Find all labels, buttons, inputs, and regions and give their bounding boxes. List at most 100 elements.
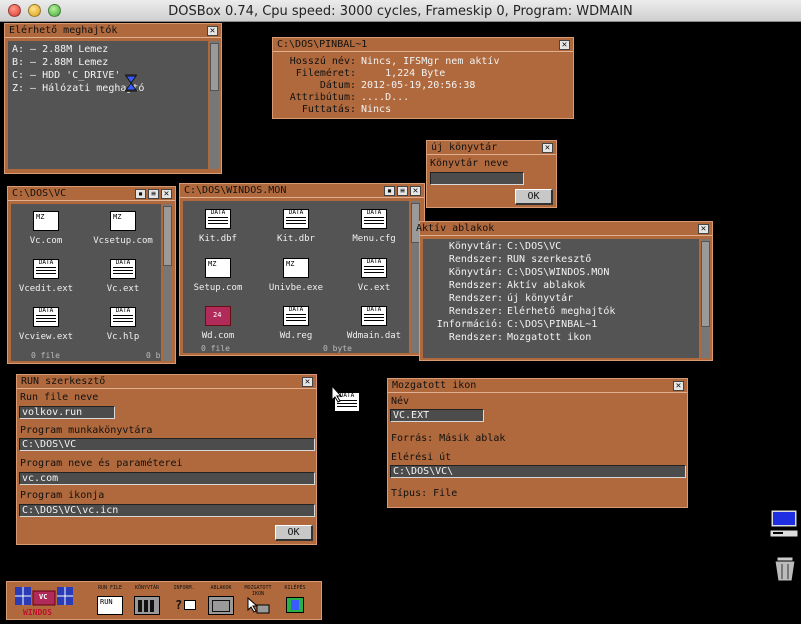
directory-button[interactable]: KÖNYVTÁR — [132, 585, 162, 618]
computer-icon[interactable] — [769, 509, 799, 539]
run-titlebar[interactable]: RUN szerkesztő ✕ — [17, 375, 316, 389]
fileinfo-label: Hosszú név: — [289, 56, 356, 67]
file-label[interactable]: Vcedit.ext — [11, 284, 81, 294]
active-label: Rendszer: — [448, 332, 503, 343]
windos-menu-button[interactable]: ≡ — [397, 186, 408, 196]
file-label[interactable]: Vc.ext — [88, 284, 158, 294]
windos-titlebar[interactable]: C:\DOS\WINDOS.MON ▪ ≡ ✕ — [180, 184, 424, 198]
file-icon[interactable]: DATA — [33, 307, 59, 327]
newdir-close-button[interactable]: ✕ — [542, 143, 553, 153]
run-dir-input[interactable]: C:\DOS\VC — [19, 438, 315, 451]
run-prog-input[interactable]: vc.com — [19, 472, 315, 485]
drive-item-a[interactable]: A: – 2.88M Lemez — [12, 44, 108, 55]
inform-button[interactable]: INFORM. ? — [169, 585, 199, 618]
moved-close-button[interactable]: ✕ — [673, 381, 684, 391]
run-file-input[interactable]: volkov.run — [19, 406, 115, 419]
fileinfo-close-button[interactable]: ✕ — [559, 40, 570, 50]
file-label[interactable]: Wdmain.dat — [339, 331, 409, 341]
newdir-titlebar[interactable]: új könyvtár ✕ — [427, 141, 556, 155]
file-label[interactable]: Univbe.exe — [261, 283, 331, 293]
file-label[interactable]: Setup.com — [183, 283, 253, 293]
file-icon[interactable]: DATA — [110, 307, 136, 327]
run-file-button[interactable]: RUN FILE RUN — [95, 585, 125, 618]
active-item[interactable]: RUN szerkesztő — [507, 254, 591, 265]
file-label[interactable]: Vcview.ext — [11, 332, 81, 342]
drive-item-c[interactable]: C: – HDD 'C_DRIVE' — [12, 70, 120, 81]
newdir-window[interactable]: új könyvtár ✕ Könyvtár neve OK — [426, 140, 557, 208]
moved-icon-button[interactable]: MOZGATOTT IKON — [243, 585, 273, 618]
drives-scrollbar[interactable] — [210, 41, 219, 169]
windos-close-button[interactable]: ✕ — [410, 186, 421, 196]
file-icon[interactable]: MZ — [33, 211, 59, 231]
drive-item-b[interactable]: B: – 2.88M Lemez — [12, 57, 108, 68]
file-icon[interactable]: DATA — [33, 259, 59, 279]
file-label[interactable]: Menu.cfg — [339, 234, 409, 244]
file-label[interactable]: Vc.hlp — [88, 332, 158, 342]
run-editor-window[interactable]: RUN szerkesztő ✕ Run file neve volkov.ru… — [16, 374, 317, 545]
trash-icon[interactable] — [772, 556, 798, 582]
fileinfo-window[interactable]: C:\DOS\PINBAL~1 ✕ Hosszú név: Nincs, IFS… — [272, 37, 574, 119]
moved-icon-window[interactable]: Mozgatott ikon ✕ Név VC.EXT Forrás: Mási… — [387, 378, 688, 508]
active-close-button[interactable]: ✕ — [698, 224, 709, 234]
run-prog-label: Program neve és paraméterei — [20, 458, 183, 469]
moved-name-input[interactable]: VC.EXT — [390, 409, 484, 422]
file-icon[interactable]: DATA — [361, 209, 387, 229]
file-label[interactable]: Wd.reg — [261, 331, 331, 341]
file-icon[interactable]: 24 — [205, 306, 231, 326]
windows-button[interactable]: ABLAKOK — [206, 585, 236, 618]
vc-scrollbar[interactable] — [163, 204, 172, 361]
run-close-button[interactable]: ✕ — [302, 377, 313, 387]
moved-titlebar[interactable]: Mozgatott ikon ✕ — [388, 379, 687, 393]
file-icon[interactable]: MZ — [283, 258, 309, 278]
hourglass-cursor-icon — [125, 74, 137, 92]
drives-close-button[interactable]: ✕ — [207, 26, 218, 36]
drives-titlebar[interactable]: Elérhető meghajtók ✕ — [5, 24, 221, 38]
drives-scroll-thumb[interactable] — [210, 43, 219, 91]
file-label[interactable]: Kit.dbr — [261, 234, 331, 244]
moved-path-input[interactable]: C:\DOS\VC\ — [390, 465, 686, 478]
file-icon[interactable]: DATA — [283, 306, 309, 326]
active-label: Információ: — [436, 319, 503, 330]
file-icon[interactable]: DATA — [205, 209, 231, 229]
active-item[interactable]: Mozgatott ikon — [507, 332, 591, 343]
vc-titlebar[interactable]: C:\DOS\VC ▪ ≡ ✕ — [8, 187, 175, 201]
file-label[interactable]: Vc.ext — [339, 283, 409, 293]
vc-close-button[interactable]: ✕ — [161, 189, 172, 199]
vc-menu-button[interactable]: ≡ — [148, 189, 159, 199]
active-windows-window[interactable]: Aktív ablakok ✕ Könyvtár: C:\DOS\VC Rend… — [416, 221, 713, 361]
exit-button[interactable]: KILÉPÉS — [280, 585, 310, 618]
active-scroll-thumb[interactable] — [701, 241, 710, 327]
active-item[interactable]: Elérhető meghajtók — [507, 306, 615, 317]
file-label[interactable]: Vc.com — [11, 236, 81, 246]
active-scrollbar[interactable] — [701, 239, 710, 358]
fileinfo-titlebar[interactable]: C:\DOS\PINBAL~1 ✕ — [273, 38, 573, 52]
windos-logo[interactable]: VC WINDOS — [13, 585, 75, 617]
file-label[interactable]: Wd.com — [183, 331, 253, 341]
active-item[interactable]: C:\DOS\WINDOS.MON — [507, 267, 609, 278]
file-icon[interactable]: MZ — [205, 258, 231, 278]
windos-minimize-button[interactable]: ▪ — [384, 186, 395, 196]
file-icon[interactable]: DATA — [110, 259, 136, 279]
windos-footer-size: 0 byte — [323, 344, 352, 353]
active-item[interactable]: Aktív ablakok — [507, 280, 585, 291]
file-label[interactable]: Kit.dbf — [183, 234, 253, 244]
vc-scroll-thumb[interactable] — [163, 206, 172, 266]
run-ok-button[interactable]: OK — [275, 525, 313, 541]
newdir-name-input[interactable] — [430, 172, 524, 185]
run-icon-input[interactable]: C:\DOS\VC\vc.icn — [19, 504, 315, 517]
vc-minimize-button[interactable]: ▪ — [135, 189, 146, 199]
vc-folder-window[interactable]: C:\DOS\VC ▪ ≡ ✕ MZ Vc.com MZ Vcsetup.com… — [7, 186, 176, 364]
active-titlebar[interactable]: Aktív ablakok ✕ — [416, 222, 712, 236]
active-item[interactable]: új könyvtár — [507, 293, 573, 304]
file-icon[interactable]: MZ — [110, 211, 136, 231]
file-icon[interactable]: DATA — [361, 258, 387, 278]
active-item[interactable]: C:\DOS\VC — [507, 241, 561, 252]
windos-folder-window[interactable]: C:\DOS\WINDOS.MON ▪ ≡ ✕ DATA Kit.dbf DAT… — [179, 183, 425, 356]
drives-window[interactable]: Elérhető meghajtók ✕ A: – 2.88M Lemez B:… — [4, 23, 222, 174]
file-icon[interactable]: DATA — [283, 209, 309, 229]
file-label[interactable]: Vcsetup.com — [88, 236, 158, 246]
newdir-ok-button[interactable]: OK — [515, 189, 553, 205]
file-icon[interactable]: DATA — [361, 306, 387, 326]
windos-footer-files: 0 file — [201, 344, 230, 353]
active-item[interactable]: C:\DOS\PINBAL~1 — [507, 319, 597, 330]
